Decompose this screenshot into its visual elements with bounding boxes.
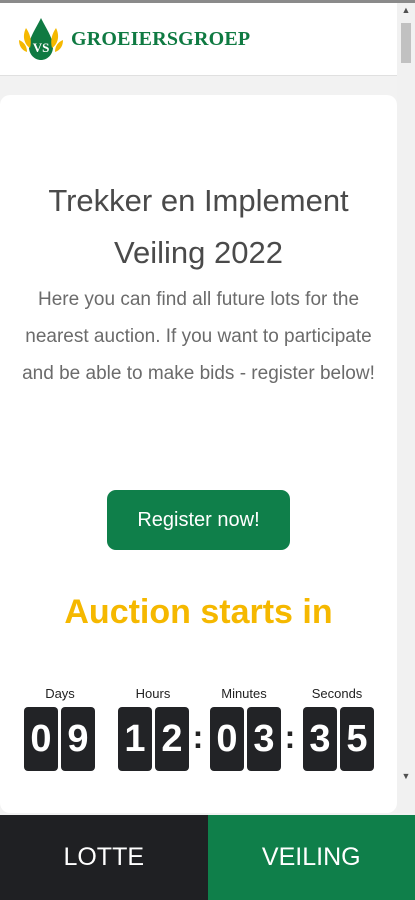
minutes-digit-2: 3	[247, 707, 281, 771]
auction-starts-heading: Auction starts in	[64, 593, 333, 631]
bottom-tab-bar: LOTTE VEILING	[0, 815, 415, 900]
logo-monogram: VS	[33, 40, 50, 55]
hours-digit-1: 1	[118, 707, 152, 771]
brand-logo[interactable]: VS GROEIERSGROEP	[16, 14, 250, 64]
auction-description: Here you can find all future lots for th…	[22, 289, 375, 384]
scroll-up-arrow-icon[interactable]: ▲	[397, 3, 415, 17]
days-label: Days	[45, 686, 75, 701]
days-digit-1: 0	[24, 707, 58, 771]
auction-card: Trekker en Implement Veiling 2022 Here y…	[0, 95, 397, 813]
title-line-1: Trekker en Implement	[48, 183, 349, 218]
hours-minutes-separator: :	[192, 719, 204, 755]
app-header: VS GROEIERSGROEP	[0, 3, 397, 76]
leaf-logo-icon: VS	[19, 18, 63, 60]
register-button[interactable]: Register now!	[107, 490, 290, 550]
hours-label: Hours	[135, 686, 171, 701]
logo-text: GROEIERSGROEP	[71, 27, 251, 50]
tab-lotte[interactable]: LOTTE	[0, 815, 208, 900]
scroll-thumb[interactable]	[401, 23, 411, 63]
days-digit-2: 9	[61, 707, 95, 771]
page-title: Trekker en Implement Veiling 2022	[20, 175, 377, 279]
title-line-2: Veiling 2022	[114, 235, 283, 270]
seconds-label: Seconds	[311, 686, 363, 701]
tab-veiling[interactable]: VEILING	[207, 815, 415, 900]
seconds-digit-1: 3	[303, 707, 337, 771]
hours-digit-2: 2	[155, 707, 189, 771]
minutes-digit-1: 0	[210, 707, 244, 771]
countdown-labels: Days Hours Minutes Seconds	[0, 686, 397, 704]
minutes-seconds-separator: :	[284, 719, 296, 755]
minutes-label: Minutes	[221, 686, 267, 701]
scroll-down-arrow-icon[interactable]: ▼	[397, 769, 415, 783]
seconds-digit-2: 5	[340, 707, 374, 771]
scrollbar[interactable]: ▲ ▼	[397, 3, 415, 813]
